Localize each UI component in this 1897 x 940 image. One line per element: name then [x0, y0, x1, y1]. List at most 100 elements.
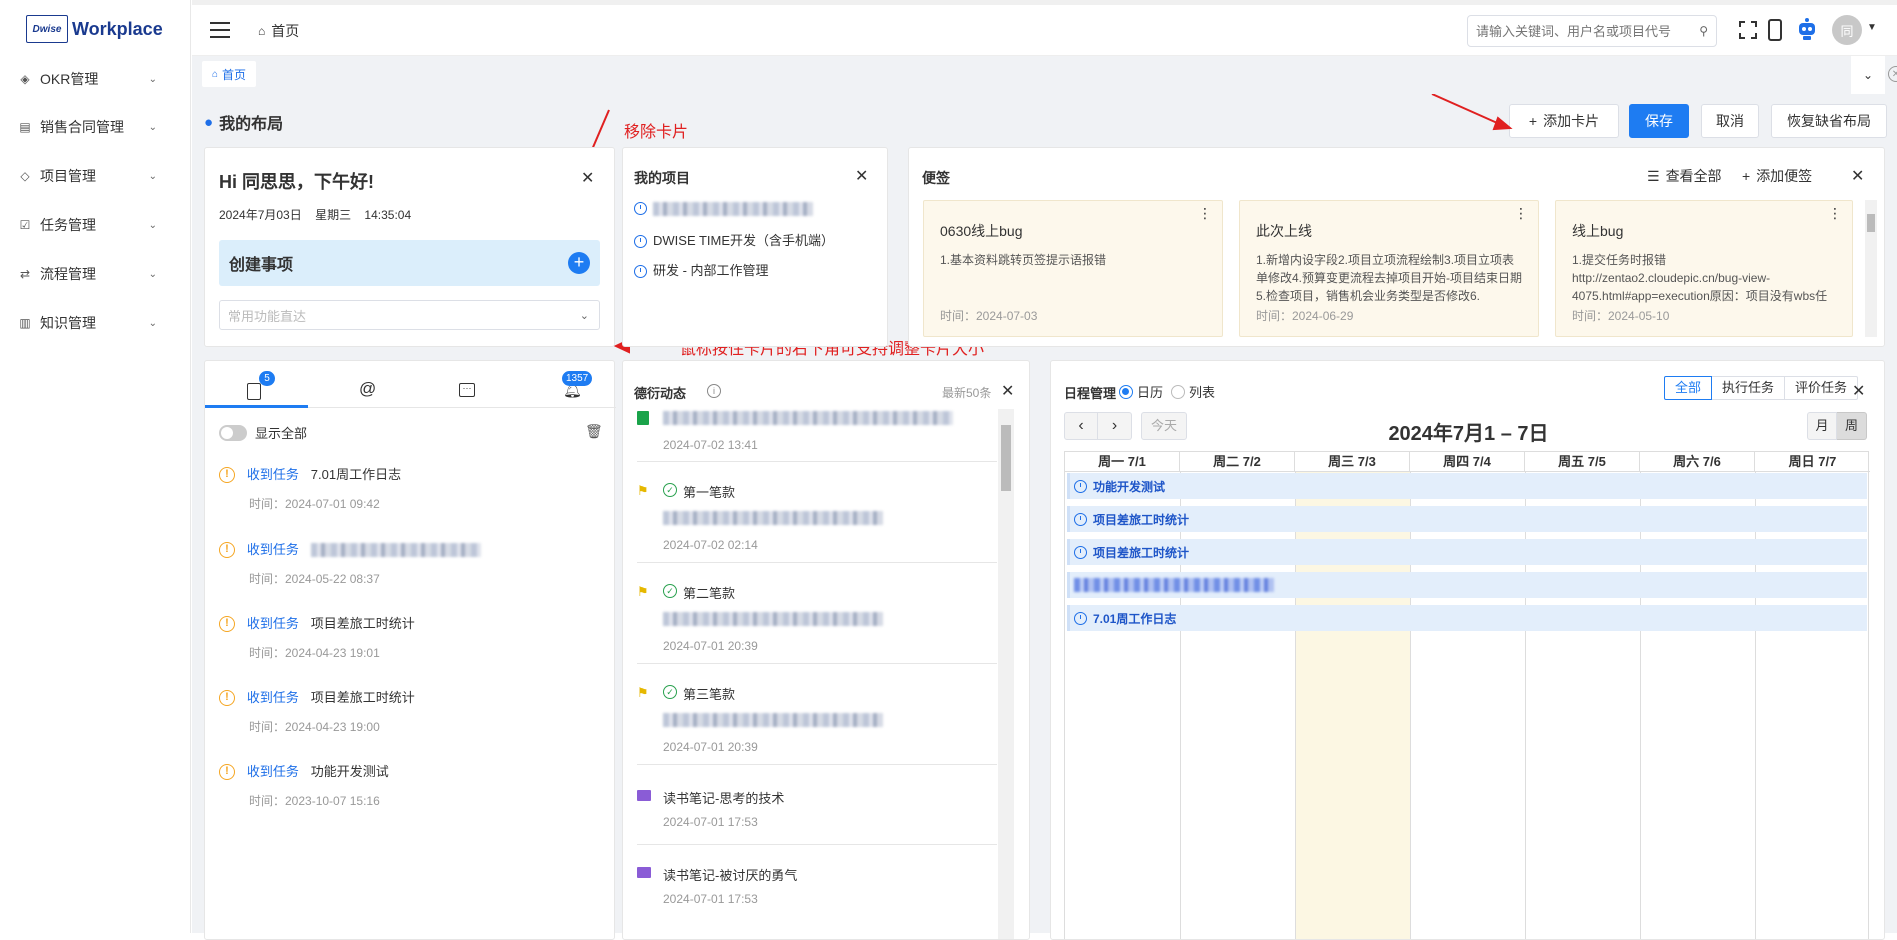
feed-item[interactable]: ⚑ ✓ 第一笔款 2024-07-02 02:14 — [637, 481, 997, 563]
event-title: 功能开发测试 — [1093, 479, 1166, 494]
close-icon[interactable]: ✕ — [1001, 381, 1014, 401]
feed-item[interactable]: ⚑ ✓ 第二笔款 2024-07-01 20:39 — [637, 582, 997, 664]
sidebar-item-flow[interactable]: ⇄ 流程管理 ⌄ — [0, 254, 191, 294]
calendar-event[interactable]: 项目差旅工时统计 — [1067, 539, 1867, 565]
top-header: ⌂ 首页 ⚲ 同 ▼ — [192, 0, 1897, 56]
feed-item[interactable]: 读书笔记-思考的技术 2024-07-01 17:53 — [637, 787, 997, 845]
logo-mark: Dwise — [26, 15, 68, 43]
feed-item[interactable]: 2024-07-02 13:41 — [637, 409, 997, 462]
hamburger-menu-icon[interactable] — [210, 22, 230, 38]
close-icon[interactable]: ✕ — [581, 168, 594, 188]
scrollbar[interactable] — [1865, 200, 1877, 337]
card-title: 日程管理 — [1064, 386, 1117, 401]
message-item[interactable]: ! 收到任务 项目差旅工时统计 时间：2024-04-23 19:00 — [219, 687, 529, 735]
sidebar-item-okr[interactable]: ◈ OKR管理 ⌄ — [0, 59, 191, 99]
breadcrumb-label: 首页 — [271, 23, 300, 39]
toggle-switch[interactable] — [219, 424, 247, 441]
chevron-down-icon: ⌄ — [148, 170, 157, 182]
fullscreen-icon[interactable] — [1739, 21, 1757, 39]
sidebar-item-project[interactable]: ◇ 项目管理 ⌄ — [0, 156, 191, 196]
view-calendar-label: 日历 — [1137, 385, 1164, 400]
save-button[interactable]: 保存 — [1629, 104, 1689, 138]
trash-icon[interactable]: 🗑︎ — [585, 423, 603, 440]
restore-default-layout-button[interactable]: 恢复缺省布局 — [1771, 104, 1887, 138]
message-item[interactable]: ! 收到任务 项目差旅工时统计 时间：2024-04-23 19:01 — [219, 613, 529, 661]
project-item[interactable]: 研发 - 内部工作管理 — [634, 260, 769, 279]
search-icon[interactable]: ⚲ — [1699, 24, 1708, 38]
more-vertical-icon[interactable]: ⋮ — [1514, 205, 1528, 222]
show-all-toggle[interactable]: 显示全部 — [219, 423, 307, 442]
close-icon[interactable]: ✕ — [1851, 166, 1864, 186]
notes-card: 便签 ☰ 查看全部 + 添加便签 ✕ ⋮ 0630线上bug 1.基本资料跳转页签提… — [908, 147, 1885, 347]
month-view-button[interactable]: 月 — [1807, 412, 1837, 440]
robot-icon[interactable] — [1796, 17, 1818, 41]
week-view-button[interactable]: 周 — [1837, 412, 1867, 440]
view-list-radio[interactable]: 列表 — [1171, 382, 1215, 401]
logo[interactable]: Dwise Workplace — [26, 14, 163, 44]
message-item[interactable]: ! 收到任务 7.01周工作日志 时间：2024-07-01 09:42 — [219, 464, 529, 512]
schedule-filter-group: 全部 执行任务 评价任务 — [1664, 376, 1859, 400]
list-icon: ☰ — [1647, 167, 1660, 184]
search-input[interactable] — [1476, 23, 1700, 39]
tabs-dropdown-icon[interactable]: ⌄ — [1851, 56, 1885, 94]
home-icon: ⌂ — [212, 68, 219, 80]
feed-item[interactable]: 读书笔记-被讨厌的勇气 2024-07-01 17:53 — [637, 864, 997, 922]
main-area: ● 我的布局 + 添加卡片 保存 取消 恢复缺省布局 移除卡片 鼠标按住卡片的右下… — [192, 94, 1897, 940]
project-item[interactable] — [634, 200, 813, 216]
feed-card: 德衍动态 i 最新50条 ✕ 2024-07-02 13:41 ⚑ ✓ 第一笔款… — [622, 360, 1030, 940]
alert-circle-icon: ! — [219, 764, 235, 781]
add-card-button[interactable]: + 添加卡片 — [1509, 104, 1619, 138]
note-item[interactable]: ⋮ 此次上线 1.新增内设字段2.项目立项流程绘制3.项目立项表单修改4.预算变… — [1239, 200, 1539, 337]
filter-all-button[interactable]: 全部 — [1664, 376, 1713, 400]
home-icon: ⌂ — [258, 24, 266, 38]
note-item[interactable]: ⋮ 0630线上bug 1.基本资料跳转页签提示语报错 时间：2024-07-0… — [923, 200, 1223, 337]
search-box[interactable]: ⚲ — [1467, 15, 1717, 47]
calendar-event[interactable] — [1067, 572, 1867, 598]
avatar[interactable]: 同 — [1832, 15, 1862, 45]
tab-mention-icon[interactable]: @ — [359, 379, 376, 399]
breadcrumb[interactable]: ⌂ 首页 — [258, 21, 299, 41]
message-item[interactable]: ! 收到任务 功能开发测试 时间：2023-10-07 15:16 — [219, 761, 529, 809]
feed-time: 2024-07-02 02:14 — [663, 538, 758, 552]
feed-item[interactable]: ⚑ ✓ 第三笔款 2024-07-01 20:39 — [637, 683, 997, 765]
note-item[interactable]: ⋮ 线上bug 1.提交任务时报错http://zentao2.cloudepi… — [1555, 200, 1853, 337]
project-item[interactable]: DWISE TIME开发（含手机端） — [634, 230, 834, 249]
tab-comment-icon[interactable]: ··· — [459, 383, 475, 397]
close-icon[interactable]: ✕ — [1852, 381, 1865, 401]
calendar-event[interactable]: 功能开发测试 — [1067, 473, 1867, 499]
event-title: 项目差旅工时统计 — [1093, 512, 1190, 527]
filter-eval-button[interactable]: 评价任务 — [1785, 376, 1859, 400]
blurred-text — [653, 201, 813, 216]
add-icon[interactable]: + — [568, 252, 590, 274]
calendar-event[interactable]: 7.01周工作日志 — [1067, 605, 1867, 631]
filter-exec-button[interactable]: 执行任务 — [1712, 376, 1786, 400]
info-icon[interactable]: i — [707, 384, 721, 398]
scrollbar[interactable] — [998, 409, 1014, 939]
quick-function-select[interactable]: 常用功能直达 ⌄ — [219, 300, 600, 330]
sidebar-item-knowledge[interactable]: ▥ 知识管理 ⌄ — [0, 303, 191, 343]
feed-title: 读书笔记-思考的技术 — [663, 791, 785, 806]
message-item[interactable]: ! 收到任务 时间：2024-05-22 08:37 — [219, 539, 529, 587]
feed-title: 第三笔款 — [683, 687, 736, 702]
more-vertical-icon[interactable]: ⋮ — [1198, 205, 1212, 222]
add-note-label: 添加便签 — [1756, 168, 1813, 184]
create-item-panel[interactable]: 创建事项 + — [219, 240, 600, 286]
close-icon[interactable]: ✕ — [855, 166, 868, 186]
add-note-button[interactable]: + 添加便签 — [1742, 166, 1812, 186]
cancel-button[interactable]: 取消 — [1701, 104, 1759, 138]
tab-home[interactable]: ⌂ 首页 — [202, 61, 257, 87]
caret-down-icon[interactable]: ▼ — [1867, 22, 1877, 33]
mobile-icon[interactable] — [1768, 19, 1782, 41]
view-all-notes-button[interactable]: ☰ 查看全部 — [1647, 166, 1722, 186]
sidebar-item-label: 销售合同管理 — [40, 119, 124, 135]
close-all-tabs-icon[interactable]: ✕ — [1888, 66, 1897, 82]
tab-todo-icon[interactable] — [247, 383, 261, 400]
blurred-text — [1074, 578, 1274, 592]
sidebar-item-task[interactable]: ☑ 任务管理 ⌄ — [0, 205, 191, 245]
note-date: 时间：2024-05-10 — [1572, 309, 1670, 323]
more-vertical-icon[interactable]: ⋮ — [1828, 205, 1842, 222]
calendar-event[interactable]: 项目差旅工时统计 — [1067, 506, 1867, 532]
sidebar-item-sales-contract[interactable]: ▤ 销售合同管理 ⌄ — [0, 107, 191, 147]
flow-icon: ⇄ — [19, 267, 31, 281]
view-calendar-radio[interactable]: 日历 — [1119, 382, 1163, 401]
